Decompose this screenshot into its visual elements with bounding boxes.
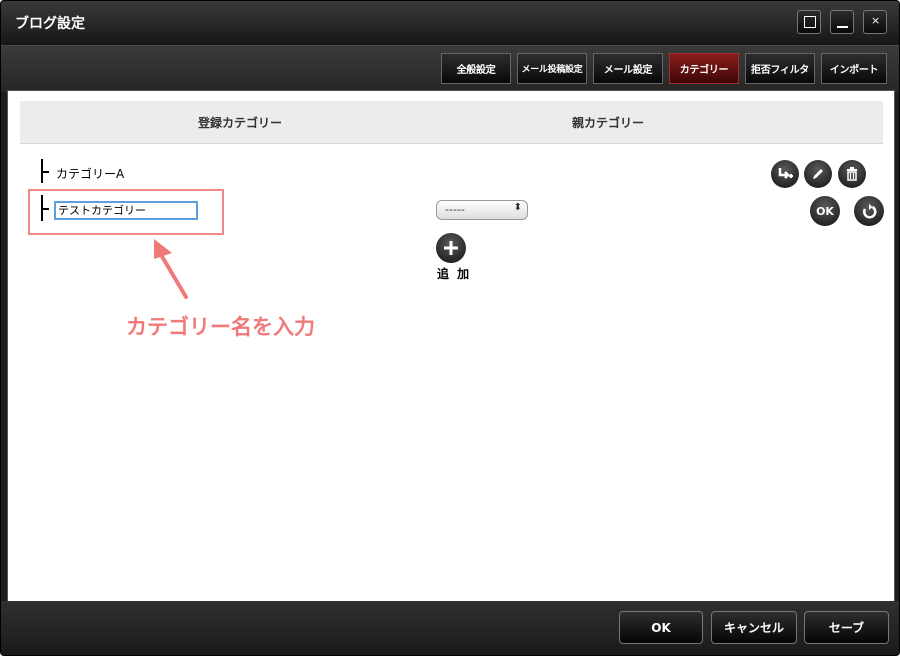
blog-settings-window: ブログ設定 × 全般設定 メール投稿設定 メール設定 カテゴリー 拒否フィルタ … bbox=[0, 0, 900, 656]
cancel-button[interactable]: キャンセル bbox=[711, 611, 797, 644]
table-header: 登録カテゴリー 親カテゴリー bbox=[20, 101, 883, 144]
close-icon: × bbox=[871, 14, 881, 27]
maximize-icon bbox=[804, 16, 816, 28]
select-arrows-icon: ⬍ bbox=[513, 202, 522, 213]
delete-category-button[interactable] bbox=[838, 160, 866, 188]
minimize-button[interactable] bbox=[830, 10, 854, 34]
pencil-icon bbox=[813, 169, 823, 179]
edit-category-button[interactable] bbox=[804, 160, 832, 188]
tab-general[interactable]: 全般設定 bbox=[441, 53, 511, 84]
header-parent-category: 親カテゴリー bbox=[572, 116, 645, 130]
confirm-ok-button[interactable]: OK bbox=[810, 196, 840, 226]
add-label: 追 加 bbox=[437, 267, 472, 281]
category-panel: 登録カテゴリー 親カテゴリー カテゴリーA テストカテゴリー ----- ⬍ 追… bbox=[7, 90, 895, 602]
add-category-button[interactable] bbox=[436, 233, 466, 263]
revert-button[interactable] bbox=[854, 196, 884, 226]
tab-category[interactable]: カテゴリー bbox=[669, 53, 739, 84]
annotation-text: カテゴリー名を入力 bbox=[126, 315, 315, 339]
dialog-footer: OK キャンセル セーブ bbox=[1, 601, 899, 655]
window-title: ブログ設定 bbox=[15, 16, 85, 32]
minimize-icon bbox=[837, 26, 848, 28]
category-item-label[interactable]: カテゴリーA bbox=[56, 165, 124, 182]
save-button[interactable]: セーブ bbox=[804, 611, 889, 644]
trash-icon bbox=[847, 167, 857, 181]
tree-branch bbox=[41, 171, 49, 173]
tab-mail[interactable]: メール設定 bbox=[593, 53, 663, 84]
plus-icon bbox=[444, 241, 458, 255]
settings-tab-bar: 全般設定 メール投稿設定 メール設定 カテゴリー 拒否フィルタ インポート bbox=[1, 45, 899, 92]
parent-category-value: ----- bbox=[445, 203, 465, 216]
subcategory-arrow-icon bbox=[778, 168, 793, 179]
header-registered-category: 登録カテゴリー bbox=[198, 116, 283, 130]
ok-button[interactable]: OK bbox=[619, 611, 703, 644]
tab-mail-post[interactable]: メール投稿設定 bbox=[517, 53, 587, 84]
tab-import[interactable]: インポート bbox=[821, 53, 887, 84]
maximize-button[interactable] bbox=[797, 10, 821, 34]
input-highlight-box bbox=[28, 189, 224, 235]
parent-category-select[interactable]: ----- ⬍ bbox=[436, 200, 528, 220]
ok-icon-label: OK bbox=[816, 204, 834, 218]
close-button[interactable]: × bbox=[863, 10, 887, 34]
tab-reject-filter[interactable]: 拒否フィルタ bbox=[745, 53, 815, 84]
annotation-arrow-icon bbox=[154, 239, 188, 299]
move-category-button[interactable] bbox=[771, 160, 799, 188]
undo-icon bbox=[863, 204, 877, 219]
title-bar[interactable]: ブログ設定 × bbox=[1, 1, 899, 45]
